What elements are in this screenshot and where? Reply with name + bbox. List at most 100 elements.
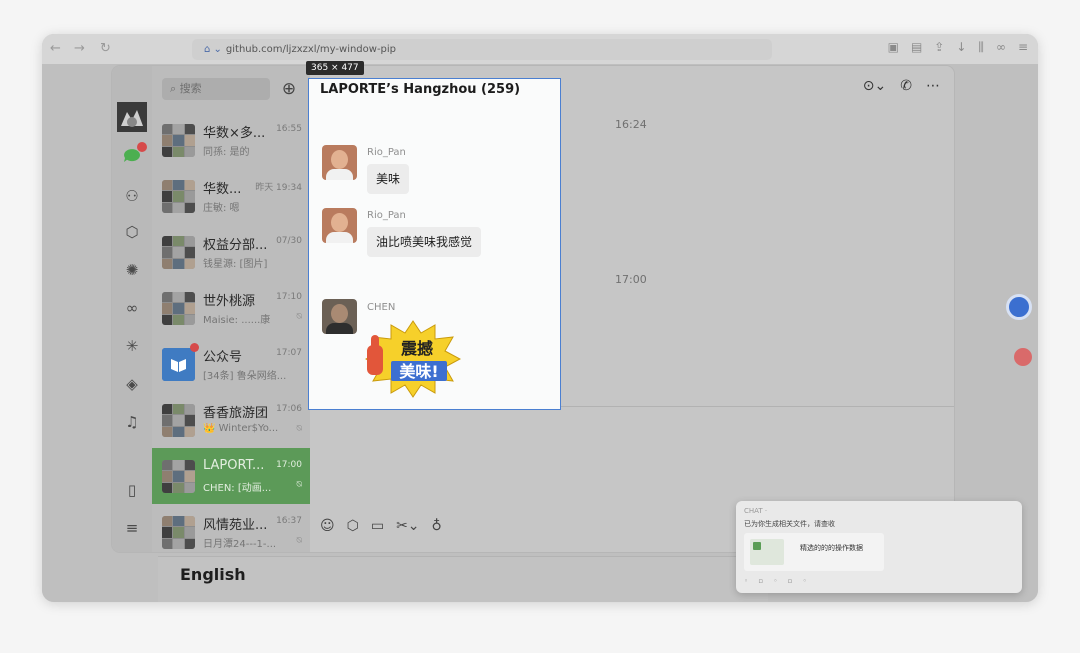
- avatar: [162, 180, 195, 213]
- conversation-name: 世外桃源: [203, 294, 256, 309]
- extension-icon[interactable]: ▣: [888, 40, 899, 55]
- contacts-icon[interactable]: ⚇: [122, 186, 142, 206]
- list-item[interactable]: 华数×多... 16:55 同孫: 是的: [152, 112, 310, 168]
- emoji-icon[interactable]: ☺: [320, 518, 335, 534]
- mini-program-icon[interactable]: ◈: [122, 374, 142, 394]
- pip-window[interactable]: LAPORTE’s Hangzhou (259) Rio_Pan 美味 Rio_…: [308, 78, 561, 410]
- english-heading: English: [180, 565, 246, 584]
- chat-more-icon[interactable]: ⊙⌄: [863, 78, 886, 94]
- conversation-time: 17:06: [276, 404, 302, 414]
- chat-timestamp: 16:24: [615, 118, 647, 131]
- conversation-time: 07/30: [276, 236, 302, 246]
- conversation-time: 昨天 19:34: [255, 183, 302, 193]
- list-item[interactable]: 公众号 17:07 [34条] 鲁朵网络...: [152, 336, 310, 392]
- list-item[interactable]: 风情苑业... 16:37 日月潭24---1-... ⍉: [152, 504, 310, 552]
- list-item[interactable]: 世外桃源 17:10 Maisie: ......康 ⍉: [152, 280, 310, 336]
- list-item[interactable]: 香香旅游团 17:06 👑 Winter$Yo... ⍉: [152, 392, 310, 448]
- reader-icon[interactable]: ∞: [996, 40, 1006, 55]
- conversation-time: 17:00: [276, 460, 302, 470]
- ellipsis-icon[interactable]: ⋯: [926, 78, 940, 94]
- file-name: 精选的的的操作数据: [800, 544, 863, 552]
- arrow-right-icon[interactable]: →: [74, 41, 85, 57]
- discover-icon[interactable]: ✳: [122, 336, 142, 356]
- address-bar[interactable]: ⌂ ⌄ github.com/ljzxzxl/my-window-pip: [192, 39, 772, 60]
- arrow-left-icon[interactable]: ←: [50, 41, 61, 57]
- plus-icon[interactable]: ⊕: [278, 78, 300, 100]
- notification-card[interactable]: CHAT · 已为你生成相关文件，请查收 精选的的的操作数据 ◦ ▫ ◦ ▫ ◦: [736, 501, 1022, 593]
- mute-icon: ⍉: [296, 312, 302, 322]
- scissors-icon[interactable]: ✂⌄: [396, 518, 419, 534]
- notification-actions[interactable]: ◦ ▫ ◦ ▫ ◦: [744, 577, 811, 585]
- avatar[interactable]: [117, 102, 147, 132]
- conversation-preview: [34条] 鲁朵网络...: [203, 371, 287, 382]
- message-sender: CHEN: [367, 302, 396, 313]
- conversation-name: 公众号: [203, 350, 243, 365]
- list-item[interactable]: 权益分部... 07/30 钱星源: [图片]: [152, 224, 310, 280]
- avatar: [162, 292, 195, 325]
- share-icon[interactable]: ⇪: [934, 40, 944, 55]
- toolbar-extensions: ▣ ▤ ⇪ ↓ ⫼ ∞ ≡: [888, 40, 1028, 55]
- avatar: [162, 124, 195, 157]
- floating-assistant-icon[interactable]: [1006, 294, 1032, 320]
- conversation-time: 16:55: [276, 124, 302, 134]
- site-shield-icon[interactable]: ⌂ ⌄: [204, 44, 222, 55]
- list-item[interactable]: LAPORT... 17:00 CHEN: [动画... ⍉: [152, 448, 310, 504]
- chat-timestamp: 17:00: [615, 273, 647, 286]
- mute-icon: ⍉: [296, 424, 302, 434]
- moments-icon[interactable]: ✺: [122, 260, 142, 280]
- chat-header-actions: ⊙⌄ ✆ ⋯: [863, 78, 940, 94]
- avatar[interactable]: [322, 145, 357, 180]
- floating-translate-icon[interactable]: [1014, 348, 1032, 366]
- notification-file[interactable]: 精选的的的操作数据: [744, 533, 884, 571]
- cube-icon[interactable]: ⬡: [347, 518, 359, 534]
- conversation-time: 16:37: [276, 516, 302, 526]
- download-icon[interactable]: ↓: [956, 40, 966, 55]
- folder-icon[interactable]: ▭: [371, 518, 384, 534]
- conversation-preview: 日月潭24---1-...: [203, 539, 277, 550]
- avatar[interactable]: [322, 299, 357, 334]
- search-input[interactable]: ⌕ 搜索: [162, 78, 270, 100]
- extension-icon[interactable]: ▤: [911, 40, 922, 55]
- browser-toolbar: ← → ↻ ⌂ ⌄ github.com/ljzxzxl/my-window-pi…: [42, 34, 1038, 64]
- message-bubble[interactable]: 美味: [367, 164, 410, 194]
- conversation-name: 权益分部...: [203, 238, 268, 253]
- chat-bubble-icon[interactable]: [122, 142, 147, 166]
- unread-dot: [190, 343, 199, 352]
- notification-header: CHAT ·: [744, 507, 768, 515]
- channels-icon[interactable]: ∞: [122, 298, 142, 318]
- sticker-text-top: 震撼: [400, 339, 433, 358]
- menu-icon[interactable]: ≡: [122, 518, 142, 538]
- avatar[interactable]: [322, 208, 357, 243]
- message-sender: Rio_Pan: [367, 210, 406, 221]
- microphone-icon[interactable]: ♁: [432, 518, 442, 534]
- url-text: github.com/ljzxzxl/my-window-pip: [225, 44, 397, 55]
- conversation-time: 17:07: [276, 348, 302, 358]
- notification-text: 已为你生成相关文件，请查收: [744, 520, 835, 528]
- avatar: [162, 460, 195, 493]
- message-bubble[interactable]: 油比喷美味我感觉: [367, 227, 482, 257]
- phone-icon[interactable]: ▯: [122, 480, 142, 500]
- call-icon[interactable]: ✆: [900, 78, 912, 94]
- conversation-time: 17:10: [276, 292, 302, 302]
- composer-toolbar: ☺ ⬡ ▭ ✂⌄ ♁: [320, 518, 442, 534]
- avatar: [162, 404, 195, 437]
- cube-icon[interactable]: ⬡: [122, 222, 142, 242]
- music-icon[interactable]: ♫: [122, 412, 142, 432]
- sticker-image[interactable]: 震撼 美味!: [365, 319, 461, 399]
- conversation-preview: 👑 Winter$Yo...: [203, 423, 279, 434]
- pip-size-tag: 365 × 477: [306, 61, 364, 75]
- list-item[interactable]: 华数... 昨天 19:34 庄敏: 嗯: [152, 168, 310, 224]
- menu-icon[interactable]: ≡: [1018, 40, 1028, 55]
- pip-chat-title: LAPORTE’s Hangzhou (259): [320, 82, 521, 97]
- conversation-preview: 钱星源: [图片]: [203, 259, 268, 270]
- conversation-preview: 庄敏: 嗯: [203, 203, 240, 214]
- unread-badge: [137, 142, 147, 152]
- reload-icon[interactable]: ↻: [100, 41, 111, 57]
- library-icon[interactable]: ⫼: [978, 40, 984, 55]
- conversation-name: 香香旅游团: [203, 406, 269, 421]
- english-section: English: [158, 556, 768, 602]
- message-sender: Rio_Pan: [367, 147, 406, 158]
- conversation-list: ⌕ 搜索 ⊕ 华数×多... 16:55 同孫: 是的 华数... 昨天 19:34 庄敏…: [152, 66, 310, 552]
- conversation-name: 风情苑业...: [203, 518, 268, 533]
- avatar: [162, 236, 195, 269]
